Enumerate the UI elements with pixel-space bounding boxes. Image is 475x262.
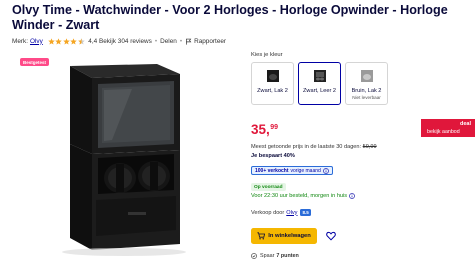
lowest-price-note: Meest getoonde prijs in de laatste 30 da… bbox=[251, 144, 377, 150]
add-to-cart-label: In winkelwagen bbox=[268, 233, 311, 239]
variant-thumbnail bbox=[361, 70, 373, 82]
report-button[interactable]: Rapporteer bbox=[185, 38, 226, 45]
loyalty-prefix: Spaar bbox=[260, 253, 275, 259]
rating-reviews-link[interactable]: 4,4 Bekijk 304 reviews bbox=[88, 38, 152, 45]
variant-thumbnail bbox=[267, 70, 279, 82]
add-to-cart-button[interactable]: In winkelwagen bbox=[251, 228, 317, 244]
wishlist-heart-icon[interactable] bbox=[326, 231, 336, 241]
seller-label: Verkoop door bbox=[251, 209, 285, 216]
deal-tag[interactable]: deal bekijk aanbod bbox=[421, 119, 475, 137]
seller-score-badge[interactable]: 8.5 bbox=[300, 209, 311, 216]
loyalty-points-value: 7 punten bbox=[276, 253, 299, 259]
product-title: Olvy Time - Watchwinder - Voor 2 Horloge… bbox=[12, 3, 448, 32]
lowest-price-label: Meest getoonde prijs in de laatste 30 da… bbox=[251, 144, 362, 150]
brand-label: Merk: bbox=[12, 37, 28, 45]
half-star-icon bbox=[78, 37, 85, 45]
variant-option-zwart-lak[interactable]: Zwart, Lak 2 bbox=[251, 62, 294, 105]
product-meta-row: Merk: Olvy 4,4 Bekijk 304 reviews • Dele… bbox=[12, 35, 226, 47]
seller-link[interactable]: Olvy bbox=[286, 210, 297, 216]
variant-selector: Zwart, Lak 2 Zwart, Leer 2 Bruin, Lak 2 … bbox=[251, 62, 388, 105]
variant-name: Zwart, Leer 2 bbox=[303, 88, 336, 94]
variant-thumbnail bbox=[314, 70, 326, 82]
share-button[interactable]: Delen bbox=[160, 38, 177, 45]
star-icon bbox=[48, 37, 55, 45]
separator: • bbox=[179, 37, 183, 45]
info-icon[interactable] bbox=[349, 193, 355, 199]
cart-icon bbox=[257, 232, 266, 240]
price-cents: 99 bbox=[270, 124, 279, 131]
stock-status-badge: Op voorraad bbox=[251, 183, 286, 191]
seller-info: Verkoop door Olvy 8.5 bbox=[251, 209, 311, 216]
report-label: Rapporteer bbox=[194, 37, 227, 45]
loyalty-points: Spaar 7 punten bbox=[251, 253, 299, 259]
flag-icon bbox=[185, 38, 192, 45]
brand-link[interactable]: Olvy bbox=[30, 38, 43, 45]
star-icon bbox=[63, 37, 70, 45]
variant-label: Kies je kleur bbox=[251, 52, 283, 58]
info-icon[interactable] bbox=[322, 167, 329, 174]
savings-text: Je bespaart 40% bbox=[251, 153, 295, 159]
variant-option-bruin-lak[interactable]: Bruin, Lak 2 Niet leverbaar bbox=[345, 62, 388, 105]
separator: • bbox=[154, 37, 158, 45]
sold-count: 100+ verkocht bbox=[255, 167, 289, 174]
price: 35,99 bbox=[251, 121, 278, 137]
sold-count-badge: 100+ verkocht vorige maand bbox=[251, 166, 333, 175]
product-image[interactable]: Bestgetest bbox=[12, 54, 230, 260]
variant-availability: Niet leverbaar bbox=[352, 95, 381, 100]
delivery-info: Voor 22:30 uur besteld, morgen in huis bbox=[251, 193, 355, 199]
delivery-text: Voor 22:30 uur besteld, morgen in huis bbox=[251, 193, 348, 199]
share-label: Delen bbox=[160, 37, 177, 45]
bestgetest-badge: Bestgetest bbox=[20, 58, 50, 66]
variant-name: Bruin, Lak 2 bbox=[351, 88, 382, 94]
star-icon bbox=[70, 37, 78, 45]
deal-link: bekijk aanbod bbox=[427, 128, 460, 135]
sold-period: vorige maand bbox=[290, 167, 321, 174]
star-icon bbox=[55, 37, 63, 45]
watchwinder-illustration bbox=[62, 64, 186, 256]
variant-option-zwart-leer[interactable]: Zwart, Leer 2 bbox=[298, 62, 341, 105]
coin-icon bbox=[251, 253, 257, 259]
variant-name: Zwart, Lak 2 bbox=[257, 88, 288, 94]
rating-stars[interactable] bbox=[48, 37, 86, 45]
price-main: 35, bbox=[251, 122, 270, 137]
old-price: 59,99 bbox=[362, 144, 377, 150]
deal-title: deal bbox=[459, 120, 471, 127]
